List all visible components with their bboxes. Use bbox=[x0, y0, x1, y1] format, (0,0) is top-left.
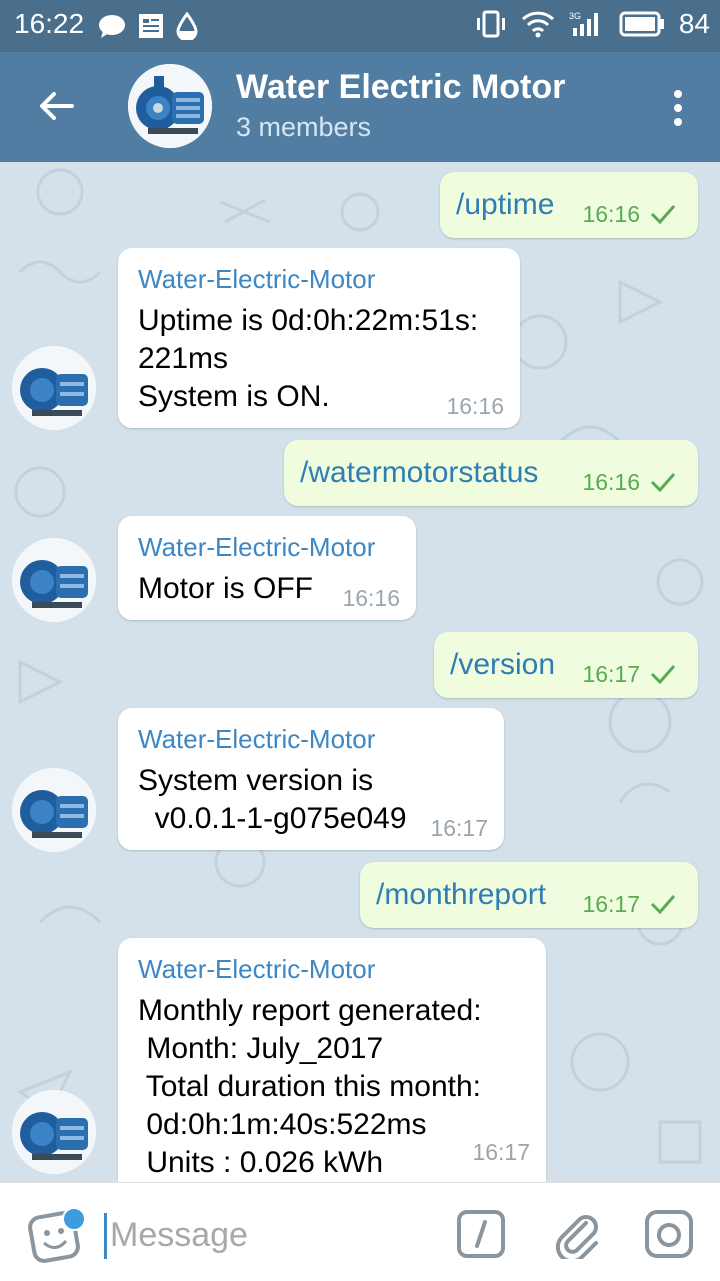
bot-command-icon[interactable] bbox=[456, 1209, 506, 1259]
message-text: System version is v0.0.1-1-g075e049 bbox=[138, 764, 407, 835]
sender-name[interactable]: Water-Electric-Motor bbox=[138, 954, 375, 985]
message-time: 16:16 bbox=[446, 393, 504, 419]
vibrate-icon bbox=[476, 10, 505, 38]
message-composer bbox=[0, 1182, 720, 1281]
message-text: /monthreport bbox=[376, 878, 547, 911]
sender-name[interactable]: Water-Electric-Motor bbox=[138, 724, 375, 755]
chat-bubble-icon bbox=[99, 15, 125, 38]
sender-name[interactable]: Water-Electric-Motor bbox=[138, 532, 375, 563]
attach-icon[interactable] bbox=[552, 1209, 602, 1259]
check-icon bbox=[650, 665, 676, 684]
message-list[interactable]: /uptime 16:16 Water-Electric-Motor Uptim… bbox=[0, 162, 720, 1182]
incoming-message[interactable]: Water-Electric-Motor System version is v… bbox=[118, 708, 504, 850]
message-time: 16:17 bbox=[582, 661, 640, 687]
message-text: /watermotorstatus bbox=[300, 456, 539, 489]
message-text: Monthly report generated: Month: July_20… bbox=[138, 994, 482, 1179]
sender-avatar[interactable] bbox=[12, 1090, 96, 1174]
water-motor-image bbox=[128, 64, 212, 148]
incoming-message[interactable]: Water-Electric-Motor Monthly report gene… bbox=[118, 938, 546, 1182]
svg-text:3G: 3G bbox=[569, 11, 581, 21]
water-motor-image bbox=[12, 768, 96, 852]
status-bar: 16:22 3G 84 bbox=[0, 0, 720, 52]
message-time: 16:17 bbox=[430, 815, 488, 841]
wifi-icon bbox=[521, 11, 554, 38]
more-options-icon[interactable] bbox=[672, 88, 684, 128]
message-time: 16:17 bbox=[472, 1139, 530, 1165]
sender-avatar[interactable] bbox=[12, 346, 96, 430]
check-icon bbox=[650, 205, 676, 224]
group-avatar[interactable] bbox=[128, 64, 212, 148]
back-arrow-icon[interactable] bbox=[36, 86, 76, 126]
water-motor-image bbox=[12, 346, 96, 430]
signal-3g-icon: 3G bbox=[569, 11, 598, 36]
chat-header: Water Electric Motor 3 members bbox=[0, 52, 720, 162]
outgoing-message[interactable]: /version 16:17 bbox=[434, 632, 698, 698]
battery-level: 84 bbox=[678, 8, 710, 39]
message-text: /uptime bbox=[456, 188, 555, 221]
check-icon bbox=[650, 473, 676, 492]
notification-dot bbox=[62, 1207, 86, 1231]
incoming-message[interactable]: Water-Electric-Motor Motor is OFF 16:16 bbox=[118, 516, 416, 620]
outgoing-message[interactable]: /uptime 16:16 bbox=[440, 172, 698, 238]
outgoing-message[interactable]: /monthreport 16:17 bbox=[360, 862, 698, 928]
message-text: Motor is OFF bbox=[138, 572, 314, 605]
text-cursor bbox=[104, 1213, 107, 1259]
message-time: 16:16 bbox=[342, 585, 400, 611]
outgoing-message[interactable]: /watermotorstatus 16:16 bbox=[284, 440, 698, 506]
message-time: 16:17 bbox=[582, 891, 640, 917]
water-motor-image bbox=[12, 1090, 96, 1174]
battery-icon bbox=[619, 11, 664, 37]
news-icon bbox=[139, 14, 163, 38]
message-text: /version bbox=[450, 648, 556, 681]
incoming-message[interactable]: Water-Electric-Motor Uptime is 0d:0h:22m… bbox=[118, 248, 520, 428]
water-motor-image bbox=[12, 538, 96, 622]
message-text: Uptime is 0d:0h:22m:51s: 221ms System is… bbox=[138, 304, 479, 413]
sender-avatar[interactable] bbox=[12, 768, 96, 852]
sender-name[interactable]: Water-Electric-Motor bbox=[138, 264, 375, 295]
sender-avatar[interactable] bbox=[12, 538, 96, 622]
camera-icon[interactable] bbox=[644, 1209, 694, 1259]
status-time: 16:22 bbox=[14, 8, 85, 39]
chat-title: Water Electric Motor bbox=[236, 68, 566, 106]
message-input[interactable] bbox=[108, 1209, 432, 1261]
message-time: 16:16 bbox=[582, 469, 640, 495]
check-icon bbox=[650, 895, 676, 914]
drop-icon bbox=[176, 12, 198, 40]
chat-members-count: 3 members bbox=[236, 112, 372, 142]
message-time: 16:16 bbox=[582, 201, 640, 227]
